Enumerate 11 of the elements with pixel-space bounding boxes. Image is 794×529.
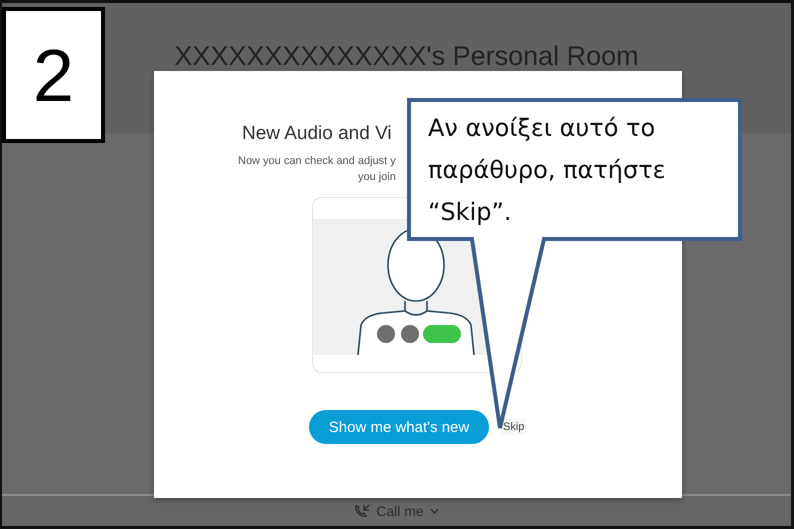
skip-link[interactable]: Skip: [501, 419, 526, 435]
callout-text: Αν ανοίξει αυτό το παράθυρο, πατήστε “Skip”.: [428, 113, 667, 228]
dialog-subtitle: you join: [358, 170, 396, 185]
show-whats-new-button[interactable]: Show me what's new: [309, 410, 489, 444]
dialog-subtitle: Now you can check and adjust y: [238, 154, 396, 169]
dialog-title: New Audio and Vi: [242, 123, 392, 145]
room-title: XXXXXXXXXXXXXX's Personal Room: [174, 41, 639, 73]
call-me-button[interactable]: Call me: [354, 503, 439, 519]
chevron-icon: [430, 508, 439, 514]
phone-icon: [354, 504, 370, 518]
step-number: 2: [2, 7, 105, 143]
